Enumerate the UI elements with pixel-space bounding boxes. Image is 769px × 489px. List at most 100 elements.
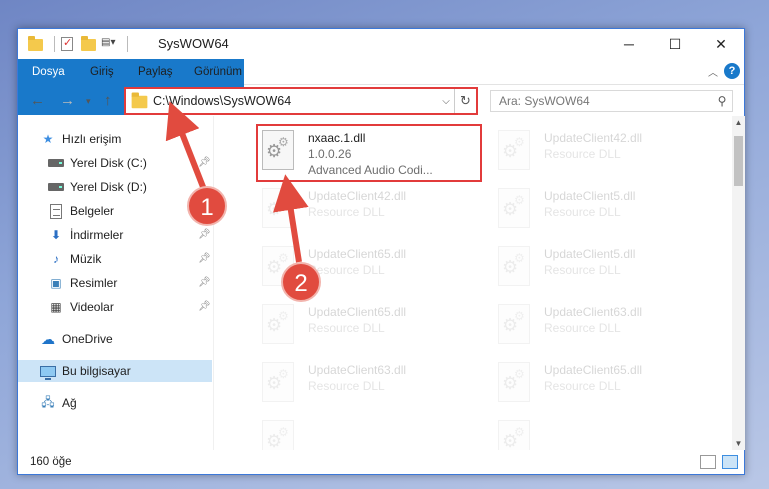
scrollbar-thumb[interactable] bbox=[734, 136, 743, 186]
nav-this-pc[interactable]: Bu bilgisayar bbox=[18, 360, 212, 382]
dll-file-icon bbox=[498, 362, 538, 408]
refresh-icon[interactable]: ↻ bbox=[454, 89, 476, 113]
tab-home[interactable]: Giriş bbox=[80, 59, 124, 85]
dll-file-icon bbox=[498, 246, 538, 292]
dll-file-icon bbox=[498, 420, 538, 450]
maximize-button[interactable]: ☐ bbox=[652, 29, 698, 59]
address-bar[interactable]: C:\Windows\SysWOW64 ⌵ ↻ bbox=[124, 87, 478, 115]
folder-icon bbox=[131, 92, 148, 109]
file-name: UpdateClient42.dll bbox=[544, 131, 643, 145]
nav-item-pictures[interactable]: ▣ Resimler bbox=[48, 272, 117, 294]
close-button[interactable]: ✕ bbox=[698, 29, 744, 59]
minimize-button[interactable]: ─ bbox=[606, 29, 652, 59]
nav-item-drive-c[interactable]: Yerel Disk (C:) bbox=[48, 152, 147, 174]
nav-item-label: Yerel Disk (C:) bbox=[70, 156, 147, 170]
nav-item-drive-d[interactable]: Yerel Disk (D:) bbox=[48, 176, 147, 198]
file-item[interactable]: UpdateClient42.dll Resource DLL bbox=[258, 184, 484, 240]
back-arrow-icon[interactable]: ← bbox=[30, 92, 45, 109]
file-type: Resource DLL bbox=[308, 379, 385, 393]
download-icon: ⬇ bbox=[50, 228, 62, 242]
new-folder-icon[interactable] bbox=[81, 36, 96, 51]
drive-icon bbox=[48, 155, 64, 171]
network-icon: 🖧︎ bbox=[41, 394, 55, 409]
file-item[interactable] bbox=[258, 416, 484, 450]
cloud-icon: ☁ bbox=[41, 330, 55, 347]
file-type: Resource DLL bbox=[308, 263, 385, 277]
file-name: UpdateClient42.dll bbox=[308, 189, 407, 203]
video-icon: ▦ bbox=[50, 300, 62, 314]
scroll-up-icon[interactable]: ▲ bbox=[732, 118, 745, 127]
nav-onedrive[interactable]: ☁ OneDrive bbox=[40, 328, 113, 350]
help-icon[interactable]: ? bbox=[724, 63, 740, 79]
nav-item-music[interactable]: ♪ Müzik bbox=[48, 248, 101, 270]
nav-item-label: Resimler bbox=[70, 276, 118, 290]
search-input[interactable]: Ara: SysWOW64 ⚲ bbox=[490, 90, 733, 112]
file-type: Resource DLL bbox=[544, 147, 621, 161]
file-name: UpdateClient65.dll bbox=[544, 363, 643, 377]
up-arrow-icon[interactable]: ↑ bbox=[104, 92, 112, 109]
vertical-scrollbar[interactable]: ▲ ▼ bbox=[732, 116, 745, 450]
file-item[interactable]: UpdateClient63.dll Resource DLL bbox=[258, 358, 484, 414]
chevron-down-icon[interactable]: ⌵ bbox=[438, 96, 454, 107]
chevron-up-icon[interactable]: ︿ bbox=[708, 64, 718, 79]
tab-share[interactable]: Paylaş bbox=[128, 59, 183, 85]
nav-item-videos[interactable]: ▦ Videolar bbox=[48, 296, 113, 318]
pin-icon[interactable]: 📌︎ bbox=[198, 229, 211, 240]
file-type: Resource DLL bbox=[544, 379, 621, 393]
search-placeholder: Ara: SysWOW64 bbox=[499, 94, 590, 108]
search-icon[interactable]: ⚲ bbox=[712, 94, 732, 108]
quick-access-toolbar: ▤▾ bbox=[28, 36, 134, 52]
details-view-icon[interactable] bbox=[700, 455, 716, 469]
file-name: UpdateClient63.dll bbox=[308, 363, 407, 377]
customize-toolbar-icon[interactable]: ▤▾ bbox=[101, 37, 115, 51]
file-item[interactable]: UpdateClient63.dll Resource DLL bbox=[494, 300, 720, 356]
explorer-window: ▤▾ SysWOW64 ─ ☐ ✕ Dosya Giriş Paylaş Gör… bbox=[17, 28, 745, 475]
title-separator bbox=[54, 36, 55, 52]
pin-icon[interactable]: 📌︎ bbox=[198, 253, 211, 264]
drive-icon bbox=[48, 179, 64, 195]
nav-item-documents[interactable]: Belgeler bbox=[48, 200, 114, 222]
dll-file-icon bbox=[262, 420, 302, 450]
item-count: 160 öğe bbox=[30, 456, 72, 468]
file-item[interactable]: UpdateClient42.dll Resource DLL bbox=[494, 126, 720, 182]
file-item[interactable]: UpdateClient5.dll Resource DLL bbox=[494, 184, 720, 240]
tab-view[interactable]: Görünüm bbox=[184, 59, 252, 85]
file-item[interactable]: UpdateClient65.dll Resource DLL bbox=[258, 300, 484, 356]
recent-locations-chevron-icon[interactable]: ▾ bbox=[86, 96, 91, 107]
file-type: Resource DLL bbox=[544, 263, 621, 277]
nav-item-label: Hızlı erişim bbox=[62, 132, 122, 146]
file-type: Resource DLL bbox=[308, 205, 385, 219]
status-bar: 160 öğe bbox=[18, 450, 744, 474]
dll-file-icon bbox=[498, 188, 538, 234]
music-icon: ♪ bbox=[53, 252, 59, 266]
nav-item-label: İndirmeler bbox=[70, 228, 124, 242]
file-name: UpdateClient65.dll bbox=[308, 305, 407, 319]
nav-item-label: Bu bilgisayar bbox=[62, 364, 131, 378]
nav-quick-access[interactable]: ★ Hızlı erişim bbox=[40, 128, 122, 150]
file-item[interactable] bbox=[494, 416, 720, 450]
pin-icon[interactable]: 📌︎ bbox=[198, 157, 211, 168]
nav-item-label: Ağ bbox=[62, 396, 77, 410]
nav-network[interactable]: 🖧︎ Ağ bbox=[40, 392, 77, 414]
step-1-badge: 1 bbox=[187, 186, 227, 226]
scroll-down-icon[interactable]: ▼ bbox=[732, 439, 745, 448]
dll-file-icon bbox=[262, 362, 302, 408]
address-path[interactable]: C:\Windows\SysWOW64 bbox=[153, 94, 438, 108]
file-type: Resource DLL bbox=[544, 205, 621, 219]
address-row: ← → ▾ ↑ C:\Windows\SysWOW64 ⌵ ↻ Ara: Sys… bbox=[18, 86, 744, 116]
file-name: UpdateClient5.dll bbox=[544, 189, 636, 203]
highlight-box bbox=[256, 124, 482, 182]
computer-icon bbox=[40, 363, 56, 380]
pin-icon[interactable]: 📌︎ bbox=[198, 277, 211, 288]
nav-item-label: OneDrive bbox=[62, 332, 113, 346]
properties-icon[interactable] bbox=[61, 36, 75, 51]
nav-item-downloads[interactable]: ⬇ İndirmeler bbox=[48, 224, 123, 246]
window-title: SysWOW64 bbox=[158, 36, 229, 51]
nav-item-label: Müzik bbox=[70, 252, 102, 266]
dll-file-icon bbox=[262, 304, 302, 350]
tiles-view-icon[interactable] bbox=[722, 455, 738, 469]
pin-icon[interactable]: 📌︎ bbox=[198, 301, 211, 312]
file-item[interactable]: UpdateClient5.dll Resource DLL bbox=[494, 242, 720, 298]
forward-arrow-icon[interactable]: → bbox=[60, 92, 75, 109]
file-item[interactable]: UpdateClient65.dll Resource DLL bbox=[494, 358, 720, 414]
